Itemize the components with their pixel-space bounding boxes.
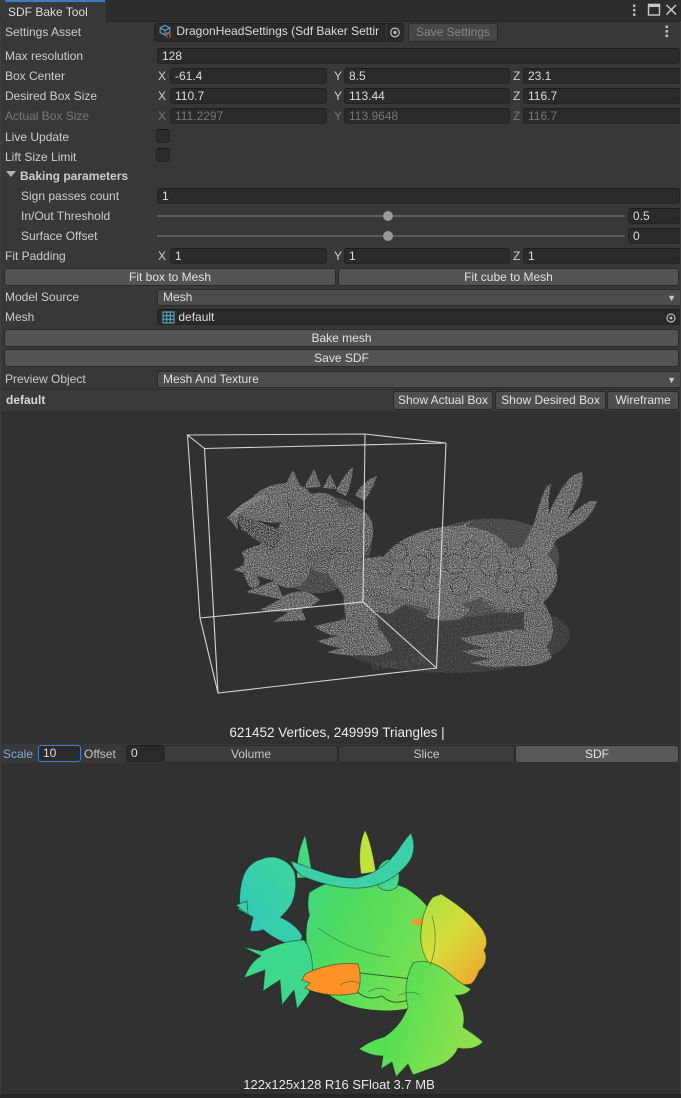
svg-text:{}: {} <box>166 31 172 38</box>
